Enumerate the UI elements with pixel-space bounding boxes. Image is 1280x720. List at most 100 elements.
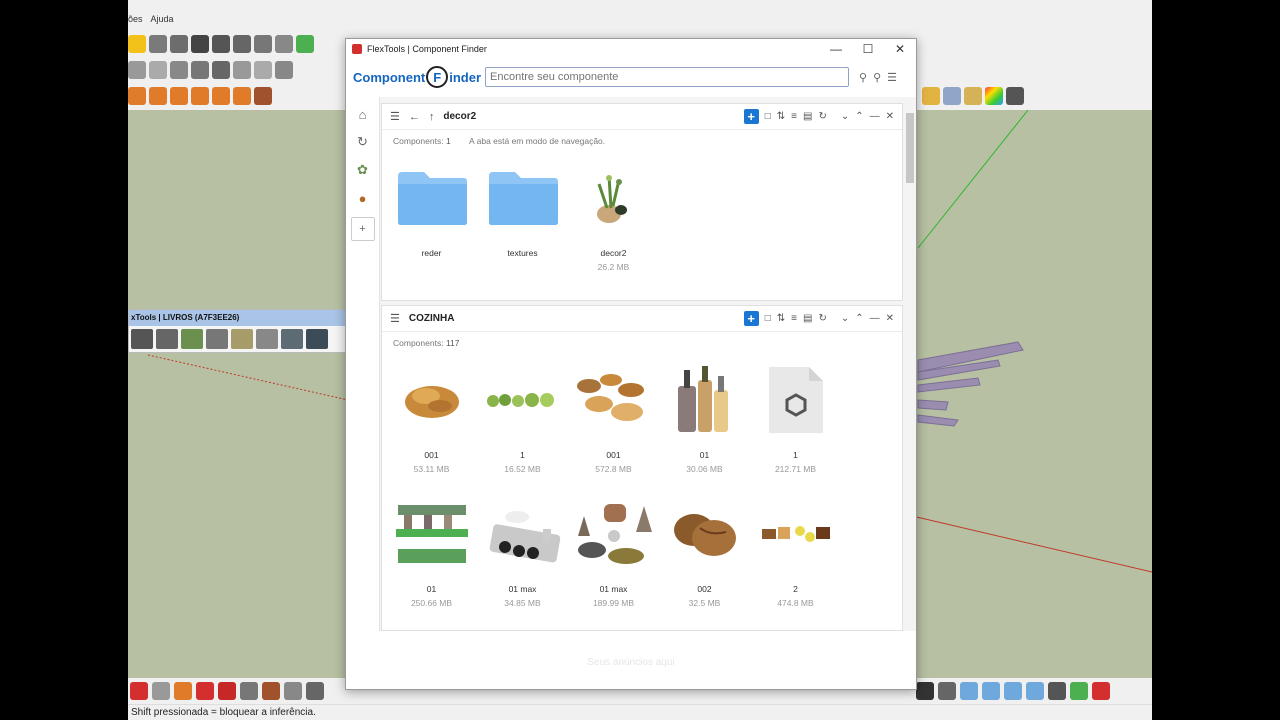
filter-icon[interactable]: ≡: [791, 111, 797, 122]
back-arrow-icon[interactable]: ←: [409, 111, 420, 123]
scrollbar-thumb[interactable]: [906, 113, 914, 183]
tool-icon[interactable]: [943, 87, 961, 105]
tool-icon[interactable]: [233, 61, 251, 79]
component-item[interactable]: 1 16.52 MB: [477, 352, 568, 478]
tool-icon[interactable]: [212, 61, 230, 79]
tool-icon[interactable]: [191, 87, 209, 105]
minimize-button[interactable]: —: [820, 42, 852, 56]
tool-icon[interactable]: [1048, 682, 1066, 700]
tool-icon[interactable]: [128, 61, 146, 79]
collapse-icon[interactable]: ⌄: [841, 313, 849, 324]
list-icon[interactable]: ☰: [390, 312, 400, 325]
color-icon[interactable]: [985, 87, 1003, 105]
add-component-button[interactable]: +: [743, 311, 759, 326]
filter-icon[interactable]: ≡: [791, 313, 797, 324]
folder-item[interactable]: reder: [386, 150, 477, 276]
print-icon[interactable]: ▤: [803, 313, 812, 324]
new-file-icon[interactable]: □: [765, 313, 771, 324]
tool-icon[interactable]: [1092, 682, 1110, 700]
tool-icon[interactable]: [284, 682, 302, 700]
tool-icon[interactable]: [170, 87, 188, 105]
collapse-icon[interactable]: ⌄: [841, 111, 849, 122]
home-icon[interactable]: [191, 35, 209, 53]
search-icon[interactable]: ⚲: [859, 71, 867, 84]
sort-icon[interactable]: ⇅: [777, 111, 785, 122]
folder-item[interactable]: textures: [477, 150, 568, 276]
tool-icon[interactable]: [1026, 682, 1044, 700]
tool-icon[interactable]: [922, 87, 940, 105]
refresh-icon[interactable]: ↻: [818, 313, 826, 324]
book-icon[interactable]: [306, 329, 328, 349]
tool-icon[interactable]: [218, 682, 236, 700]
tool-icon[interactable]: [275, 35, 293, 53]
tool-icon[interactable]: [240, 682, 258, 700]
close-panel-icon[interactable]: ✕: [886, 111, 894, 122]
tool-icon[interactable]: [254, 87, 272, 105]
zoom-out-icon[interactable]: ⚲: [873, 71, 881, 84]
tool-icon[interactable]: [938, 682, 956, 700]
tab-decor2-icon[interactable]: ✿: [354, 161, 372, 179]
component-item[interactable]: 002 32.5 MB: [659, 486, 750, 612]
tool-icon[interactable]: [916, 682, 934, 700]
search-input[interactable]: [485, 67, 849, 87]
up-arrow-icon[interactable]: ↑: [429, 111, 435, 123]
book-icon[interactable]: [181, 329, 203, 349]
tool-icon[interactable]: [212, 87, 230, 105]
tool-icon[interactable]: [130, 682, 148, 700]
refresh-icon[interactable]: ↻: [818, 111, 826, 122]
component-item[interactable]: 01 250.66 MB: [386, 486, 477, 612]
tool-icon[interactable]: [170, 61, 188, 79]
tool-icon[interactable]: [128, 87, 146, 105]
tool-icon[interactable]: [149, 35, 167, 53]
maximize-button[interactable]: ☐: [852, 42, 884, 56]
tool-icon[interactable]: [1070, 682, 1088, 700]
add-tab-button[interactable]: +: [350, 217, 375, 241]
tool-icon[interactable]: [128, 35, 146, 53]
tool-icon[interactable]: [174, 682, 192, 700]
book-icon[interactable]: [281, 329, 303, 349]
book-icon[interactable]: [256, 329, 278, 349]
component-item[interactable]: 01 max 34.85 MB: [477, 486, 568, 612]
tool-icon[interactable]: [196, 682, 214, 700]
home-icon[interactable]: ⌂: [354, 105, 372, 123]
tool-icon[interactable]: [262, 682, 280, 700]
tool-icon[interactable]: [254, 61, 272, 79]
component-item[interactable]: 001 53.11 MB: [386, 352, 477, 478]
settings-icon[interactable]: ☰: [887, 71, 897, 84]
history-icon[interactable]: ↻: [354, 133, 372, 151]
tool-icon[interactable]: [233, 35, 251, 53]
tool-icon[interactable]: [191, 61, 209, 79]
tool-icon[interactable]: [306, 682, 324, 700]
expand-icon[interactable]: ⌃: [855, 313, 863, 324]
tool-icon[interactable]: [1004, 682, 1022, 700]
component-item[interactable]: 2 474.8 MB: [750, 486, 841, 612]
tool-icon[interactable]: [170, 35, 188, 53]
tool-icon[interactable]: [254, 35, 272, 53]
vertical-scrollbar[interactable]: [903, 97, 916, 631]
tool-icon[interactable]: [275, 61, 293, 79]
component-item[interactable]: 01 max 189.99 MB: [568, 486, 659, 612]
tool-icon[interactable]: [296, 35, 314, 53]
component-item[interactable]: decor2 26.2 MB: [568, 150, 659, 276]
book-icon[interactable]: [156, 329, 178, 349]
sort-icon[interactable]: ⇅: [777, 313, 785, 324]
close-panel-icon[interactable]: ✕: [886, 313, 894, 324]
component-item[interactable]: 001 572.8 MB: [568, 352, 659, 478]
close-button[interactable]: ✕: [884, 42, 916, 56]
tool-icon[interactable]: [233, 87, 251, 105]
tool-icon[interactable]: [149, 61, 167, 79]
print-icon[interactable]: ▤: [803, 111, 812, 122]
tool-icon[interactable]: [1006, 87, 1024, 105]
minimize-panel-icon[interactable]: —: [870, 111, 880, 122]
add-component-button[interactable]: +: [743, 109, 759, 124]
menu-item-options[interactable]: ões: [128, 14, 143, 30]
tool-icon[interactable]: [212, 35, 230, 53]
tool-icon[interactable]: [149, 87, 167, 105]
component-item[interactable]: 1 212.71 MB: [750, 352, 841, 478]
book-icon[interactable]: [231, 329, 253, 349]
tree-icon[interactable]: ☰: [390, 110, 400, 123]
minimize-panel-icon[interactable]: —: [870, 313, 880, 324]
tab-cozinha-icon[interactable]: ●: [354, 189, 372, 207]
book-icon[interactable]: [206, 329, 228, 349]
tool-icon[interactable]: [152, 682, 170, 700]
